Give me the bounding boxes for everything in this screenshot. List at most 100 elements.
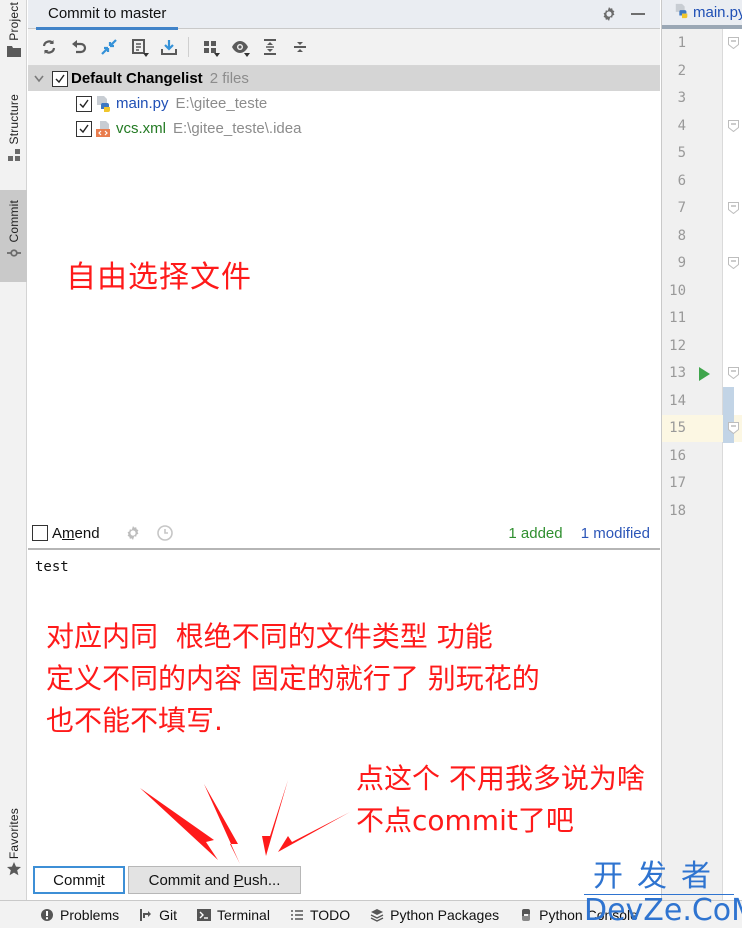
stripe-structure[interactable]: Structure [0, 94, 27, 176]
stripe-commit[interactable]: Commit [0, 190, 27, 282]
collapse-all-icon[interactable] [285, 34, 315, 60]
editor-gutter: 1 2 3 4 5 6 7 8 9 10 11 12 13 14 15 16 17 18 [662, 29, 742, 900]
amend-bar: Amend 1 added 1 modified [28, 518, 660, 550]
tab-commit-to-master[interactable]: Commit to master [36, 0, 179, 30]
changelist-icon[interactable] [124, 34, 154, 60]
changelist-count: 2 files [209, 70, 249, 87]
line-number: 4 [677, 117, 686, 134]
commit-icon [6, 247, 21, 259]
tool-terminal[interactable]: Terminal [197, 907, 270, 923]
gear-icon[interactable] [600, 5, 618, 23]
stripe-commit-label: Commit [6, 200, 21, 243]
shelve-icon[interactable] [154, 34, 184, 60]
vcs-change-marker[interactable] [723, 386, 734, 443]
fold-marker-icon[interactable] [728, 367, 739, 379]
history-clock-icon[interactable] [156, 524, 174, 542]
amend-label-mnemonic: m [62, 524, 75, 542]
line-number: 14 [669, 392, 686, 409]
changelist-checkbox[interactable] [52, 70, 68, 87]
python-file-icon [674, 3, 690, 23]
line-number: 10 [669, 282, 686, 299]
line-number: 15 [669, 420, 686, 436]
fold-marker-icon[interactable] [728, 37, 739, 49]
rollback-icon[interactable] [64, 34, 94, 60]
line-number: 13 [669, 365, 686, 381]
stripe-favorites[interactable]: Favorites [0, 808, 27, 892]
line-number: 5 [677, 145, 686, 161]
line-number: 2 [677, 62, 686, 79]
packages-icon [370, 908, 384, 922]
changelist-row[interactable]: Default Changelist 2 files [28, 66, 660, 91]
changes-tree: Default Changelist 2 files main.py E:\gi… [28, 66, 660, 516]
tool-git-label: Git [159, 906, 178, 923]
watermark-bottom: DevZe.CoM [584, 893, 742, 928]
terminal-icon [197, 908, 212, 921]
file-checkbox[interactable] [76, 120, 92, 137]
tool-terminal-label: Terminal [217, 906, 270, 923]
commit-message-editor[interactable]: test 对应内同 根绝不同的文件类型 功能 定义不同的内容 固定的就行了 别玩… [28, 552, 660, 864]
commit-panel: Commit to master Default Changelist 2 fi… [28, 0, 660, 900]
chevron-down-icon[interactable] [32, 72, 46, 86]
show-diff-icon[interactable] [94, 34, 124, 60]
left-tool-stripe: Project Structure Commit Favorites [0, 0, 27, 900]
commit-options-gear-icon[interactable] [124, 524, 142, 542]
tool-git[interactable]: Git [139, 907, 177, 923]
eye-icon[interactable] [225, 34, 255, 60]
stripe-project[interactable]: Project [0, 2, 27, 72]
run-icon[interactable] [699, 367, 710, 381]
editor-tab-main-py[interactable]: main.py [693, 4, 742, 21]
fold-marker-icon[interactable] [728, 257, 739, 269]
push-button-label: Commit and [148, 871, 234, 889]
commit-message-text[interactable]: test [35, 559, 69, 575]
tool-todo[interactable]: TODO [290, 907, 350, 923]
fold-marker-icon[interactable] [728, 202, 739, 214]
python-console-icon [522, 908, 531, 921]
file-row[interactable]: vcs.xml E:\gitee_teste\.idea [28, 116, 660, 141]
group-by-icon[interactable] [195, 34, 225, 60]
stat-added: 1 added [508, 525, 563, 542]
amend-label[interactable]: Amend [52, 525, 100, 542]
line-number: 1 [677, 35, 686, 51]
line-number: 7 [677, 200, 686, 216]
xml-file-icon [95, 120, 113, 138]
annotation-message-note: 对应内同 根绝不同的文件类型 功能 定义不同的内容 固定的就行了 别玩花的 也不… [46, 620, 540, 737]
push-button-label: ush... [243, 871, 281, 889]
commit-button-label: Comm [53, 871, 98, 889]
commit-button[interactable]: Comm i t [33, 866, 125, 894]
file-name: main.py [116, 95, 169, 112]
chevron-down-icon [244, 53, 250, 57]
refresh-icon[interactable] [34, 34, 64, 60]
tool-problems[interactable]: Problems [40, 907, 119, 923]
problems-icon [41, 908, 53, 921]
python-file-icon [95, 95, 113, 113]
star-icon [6, 862, 21, 876]
stripe-project-label: Project [6, 2, 21, 41]
change-stats: 1 added 1 modified [508, 525, 650, 542]
commit-toolbar [28, 29, 660, 66]
commit-and-push-button[interactable]: Commit and Push... [128, 866, 301, 894]
file-checkbox[interactable] [76, 95, 92, 112]
stripe-favorites-label: Favorites [6, 808, 21, 860]
tool-python-packages-label: Python Packages [390, 906, 500, 923]
watermark: 开发者 DevZe.CoM [584, 860, 742, 928]
structure-icon [7, 148, 21, 161]
changelist-name: Default Changelist [71, 70, 203, 87]
line-number: 9 [677, 255, 686, 271]
expand-all-icon[interactable] [255, 34, 285, 60]
fold-marker-icon[interactable] [728, 119, 739, 132]
minimize-icon[interactable] [631, 13, 645, 15]
annotation-arrow [140, 788, 218, 860]
fold-marker-icon[interactable] [728, 422, 739, 434]
tool-python-packages[interactable]: Python Packages [370, 907, 499, 923]
push-button-mnemonic: P [233, 871, 244, 889]
watermark-top: 开发者 [584, 860, 734, 895]
line-number: 18 [669, 502, 686, 519]
file-row[interactable]: main.py E:\gitee_teste [28, 91, 660, 116]
line-number: 12 [669, 337, 686, 354]
line-number: 8 [677, 227, 686, 244]
amend-checkbox[interactable] [32, 525, 48, 541]
annotation-arrow [278, 812, 350, 852]
code-editor: main.py 1 2 3 4 5 6 7 8 9 10 11 12 13 14 15 16 17 18 [661, 0, 742, 900]
annotation-click-note: 点这个 不用我多说为啥 不点commit了吧 [356, 762, 645, 837]
file-path: E:\gitee_teste\.idea [173, 120, 302, 137]
